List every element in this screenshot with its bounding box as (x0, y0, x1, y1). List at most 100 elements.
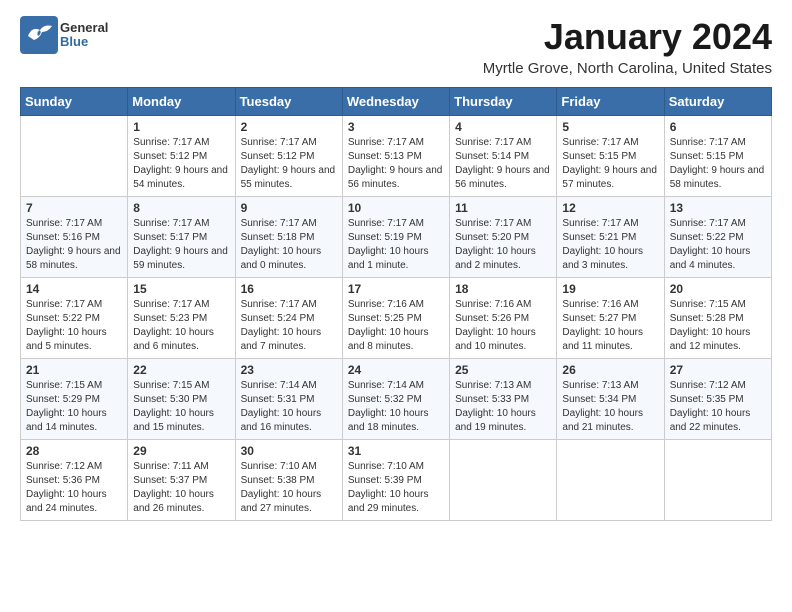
calendar-day-header: Tuesday (235, 88, 342, 116)
day-number: 23 (241, 363, 337, 377)
day-number: 4 (455, 120, 551, 134)
day-info: Sunrise: 7:17 AMSunset: 5:12 PMDaylight:… (241, 136, 337, 192)
day-info: Sunrise: 7:17 AMSunset: 5:15 PMDaylight:… (670, 136, 766, 192)
day-info: Sunrise: 7:17 AMSunset: 5:15 PMDaylight:… (562, 136, 658, 192)
calendar-day-cell: 20 Sunrise: 7:15 AMSunset: 5:28 PMDayligh… (664, 278, 771, 359)
day-number: 29 (133, 444, 229, 458)
day-number: 11 (455, 201, 551, 215)
day-number: 15 (133, 282, 229, 296)
day-info: Sunrise: 7:17 AMSunset: 5:19 PMDaylight:… (348, 217, 444, 273)
calendar-day-cell: 10 Sunrise: 7:17 AMSunset: 5:19 PMDayligh… (342, 197, 449, 278)
calendar-day-cell: 14 Sunrise: 7:17 AMSunset: 5:22 PMDayligh… (21, 278, 128, 359)
day-number: 9 (241, 201, 337, 215)
calendar-week-row: 28 Sunrise: 7:12 AMSunset: 5:36 PMDayligh… (21, 440, 772, 521)
day-info: Sunrise: 7:17 AMSunset: 5:23 PMDaylight:… (133, 298, 229, 354)
calendar-day-cell: 29 Sunrise: 7:11 AMSunset: 5:37 PMDayligh… (128, 440, 235, 521)
day-number: 31 (348, 444, 444, 458)
day-number: 17 (348, 282, 444, 296)
calendar-week-row: 14 Sunrise: 7:17 AMSunset: 5:22 PMDayligh… (21, 278, 772, 359)
day-number: 24 (348, 363, 444, 377)
month-title: January 2024 (483, 16, 772, 58)
day-info: Sunrise: 7:17 AMSunset: 5:16 PMDaylight:… (26, 217, 122, 273)
day-info: Sunrise: 7:16 AMSunset: 5:26 PMDaylight:… (455, 298, 551, 354)
page-header: General Blue January 2024 Myrtle Grove, … (20, 16, 772, 77)
day-info: Sunrise: 7:16 AMSunset: 5:27 PMDaylight:… (562, 298, 658, 354)
calendar-day-cell (21, 116, 128, 197)
day-number: 27 (670, 363, 766, 377)
title-block: January 2024 Myrtle Grove, North Carolin… (483, 16, 772, 77)
day-number: 20 (670, 282, 766, 296)
day-info: Sunrise: 7:15 AMSunset: 5:29 PMDaylight:… (26, 379, 122, 435)
calendar-day-header: Monday (128, 88, 235, 116)
day-number: 8 (133, 201, 229, 215)
day-number: 25 (455, 363, 551, 377)
calendar-day-cell: 22 Sunrise: 7:15 AMSunset: 5:30 PMDayligh… (128, 359, 235, 440)
day-number: 14 (26, 282, 122, 296)
calendar-day-cell: 30Sunrise: 7:10 AMSunset: 5:38 PMDayligh… (235, 440, 342, 521)
calendar-table: SundayMondayTuesdayWednesdayThursdayFrid… (20, 87, 772, 521)
day-info: Sunrise: 7:17 AMSunset: 5:17 PMDaylight:… (133, 217, 229, 273)
day-number: 12 (562, 201, 658, 215)
day-number: 2 (241, 120, 337, 134)
calendar-week-row: 7 Sunrise: 7:17 AMSunset: 5:16 PMDaylight… (21, 197, 772, 278)
day-number: 7 (26, 201, 122, 215)
day-info: Sunrise: 7:12 AMSunset: 5:35 PMDaylight:… (670, 379, 766, 435)
day-info: Sunrise: 7:17 AMSunset: 5:20 PMDaylight:… (455, 217, 551, 273)
calendar-day-header: Sunday (21, 88, 128, 116)
calendar-day-cell (557, 440, 664, 521)
calendar-day-cell: 26 Sunrise: 7:13 AMSunset: 5:34 PMDayligh… (557, 359, 664, 440)
calendar-day-cell (450, 440, 557, 521)
day-number: 6 (670, 120, 766, 134)
day-number: 21 (26, 363, 122, 377)
calendar-week-row: 21 Sunrise: 7:15 AMSunset: 5:29 PMDayligh… (21, 359, 772, 440)
calendar-day-cell: 13Sunrise: 7:17 AMSunset: 5:22 PMDayligh… (664, 197, 771, 278)
day-number: 5 (562, 120, 658, 134)
calendar-day-cell: 8 Sunrise: 7:17 AMSunset: 5:17 PMDaylight… (128, 197, 235, 278)
logo: General Blue (20, 16, 108, 54)
day-number: 18 (455, 282, 551, 296)
calendar-day-cell: 28 Sunrise: 7:12 AMSunset: 5:36 PMDayligh… (21, 440, 128, 521)
day-info: Sunrise: 7:16 AMSunset: 5:25 PMDaylight:… (348, 298, 444, 354)
day-info: Sunrise: 7:17 AMSunset: 5:14 PMDaylight:… (455, 136, 551, 192)
day-number: 16 (241, 282, 337, 296)
calendar-day-cell: 23 Sunrise: 7:14 AMSunset: 5:31 PMDayligh… (235, 359, 342, 440)
calendar-day-header: Saturday (664, 88, 771, 116)
day-number: 28 (26, 444, 122, 458)
day-info: Sunrise: 7:17 AMSunset: 5:24 PMDaylight:… (241, 298, 337, 354)
day-info: Sunrise: 7:11 AMSunset: 5:37 PMDaylight:… (133, 460, 229, 516)
day-info: Sunrise: 7:14 AMSunset: 5:32 PMDaylight:… (348, 379, 444, 435)
day-info: Sunrise: 7:14 AMSunset: 5:31 PMDaylight:… (241, 379, 337, 435)
day-number: 13 (670, 201, 766, 215)
day-info: Sunrise: 7:13 AMSunset: 5:34 PMDaylight:… (562, 379, 658, 435)
day-number: 10 (348, 201, 444, 215)
day-info: Sunrise: 7:10 AMSunset: 5:39 PMDaylight:… (348, 460, 444, 516)
calendar-day-cell: 24 Sunrise: 7:14 AMSunset: 5:32 PMDayligh… (342, 359, 449, 440)
day-info: Sunrise: 7:10 AMSunset: 5:38 PMDaylight:… (241, 460, 337, 516)
day-info: Sunrise: 7:17 AMSunset: 5:18 PMDaylight:… (241, 217, 337, 273)
calendar-day-cell: 31 Sunrise: 7:10 AMSunset: 5:39 PMDayligh… (342, 440, 449, 521)
day-info: Sunrise: 7:17 AMSunset: 5:22 PMDaylight:… (26, 298, 122, 354)
day-number: 22 (133, 363, 229, 377)
calendar-day-cell: 3 Sunrise: 7:17 AMSunset: 5:13 PMDaylight… (342, 116, 449, 197)
calendar-day-cell: 9 Sunrise: 7:17 AMSunset: 5:18 PMDaylight… (235, 197, 342, 278)
day-number: 26 (562, 363, 658, 377)
day-info: Sunrise: 7:15 AMSunset: 5:28 PMDaylight:… (670, 298, 766, 354)
day-number: 3 (348, 120, 444, 134)
calendar-day-cell: 7 Sunrise: 7:17 AMSunset: 5:16 PMDaylight… (21, 197, 128, 278)
calendar-day-cell: 12 Sunrise: 7:17 AMSunset: 5:21 PMDayligh… (557, 197, 664, 278)
calendar-day-cell: 25Sunrise: 7:13 AMSunset: 5:33 PMDayligh… (450, 359, 557, 440)
location-title: Myrtle Grove, North Carolina, United Sta… (483, 60, 772, 77)
calendar-day-cell: 2 Sunrise: 7:17 AMSunset: 5:12 PMDaylight… (235, 116, 342, 197)
logo-icon (20, 16, 58, 54)
day-info: Sunrise: 7:17 AMSunset: 5:21 PMDaylight:… (562, 217, 658, 273)
calendar-day-header: Wednesday (342, 88, 449, 116)
calendar-day-cell: 4 Sunrise: 7:17 AMSunset: 5:14 PMDaylight… (450, 116, 557, 197)
calendar-day-cell: 17 Sunrise: 7:16 AMSunset: 5:25 PMDayligh… (342, 278, 449, 359)
calendar-day-cell: 21 Sunrise: 7:15 AMSunset: 5:29 PMDayligh… (21, 359, 128, 440)
day-info: Sunrise: 7:12 AMSunset: 5:36 PMDaylight:… (26, 460, 122, 516)
day-info: Sunrise: 7:15 AMSunset: 5:30 PMDaylight:… (133, 379, 229, 435)
calendar-day-cell: 19Sunrise: 7:16 AMSunset: 5:27 PMDayligh… (557, 278, 664, 359)
calendar-day-cell: 1Sunrise: 7:17 AMSunset: 5:12 PMDaylight… (128, 116, 235, 197)
calendar-day-cell: 18 Sunrise: 7:16 AMSunset: 5:26 PMDayligh… (450, 278, 557, 359)
day-info: Sunrise: 7:17 AMSunset: 5:13 PMDaylight:… (348, 136, 444, 192)
